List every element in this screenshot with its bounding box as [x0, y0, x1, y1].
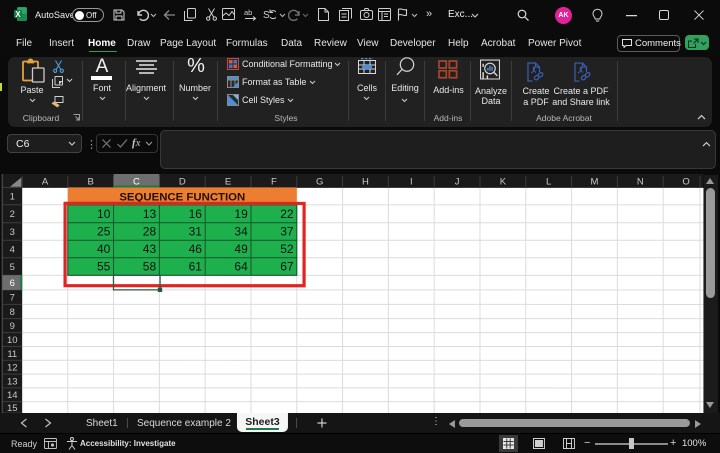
svg-text:58: 58	[143, 260, 157, 274]
svg-text:13: 13	[143, 207, 157, 221]
svg-text:J: J	[455, 176, 460, 187]
svg-text:22: 22	[280, 207, 294, 221]
svg-text:49: 49	[234, 242, 248, 256]
svg-text:40: 40	[97, 242, 111, 256]
svg-text:37: 37	[280, 225, 294, 239]
svg-text:61: 61	[189, 260, 203, 274]
svg-text:46: 46	[189, 242, 203, 256]
svg-text:2: 2	[10, 209, 15, 220]
svg-text:D: D	[179, 176, 186, 187]
svg-text:67: 67	[280, 260, 294, 274]
svg-text:31: 31	[189, 225, 203, 239]
svg-text:7: 7	[10, 293, 15, 304]
svg-text:6: 6	[10, 278, 15, 289]
svg-text:C: C	[133, 176, 140, 187]
svg-text:43: 43	[143, 242, 157, 256]
svg-text:25: 25	[97, 225, 111, 239]
svg-text:B: B	[88, 176, 94, 187]
svg-text:K: K	[500, 176, 507, 187]
svg-text:O: O	[682, 176, 689, 187]
svg-text:L: L	[546, 176, 551, 187]
svg-text:10: 10	[97, 207, 111, 221]
svg-text:55: 55	[97, 260, 111, 274]
svg-text:E: E	[225, 176, 231, 187]
svg-text:H: H	[362, 176, 369, 187]
svg-text:I: I	[410, 176, 413, 187]
svg-text:19: 19	[234, 207, 248, 221]
svg-text:64: 64	[234, 260, 248, 274]
svg-text:16: 16	[189, 207, 203, 221]
svg-text:A: A	[42, 176, 49, 187]
svg-text:14: 14	[7, 390, 18, 401]
svg-text:N: N	[637, 176, 644, 187]
svg-text:5: 5	[10, 262, 15, 273]
svg-text:G: G	[316, 176, 323, 187]
svg-text:52: 52	[280, 242, 294, 256]
svg-text:M: M	[591, 176, 599, 187]
svg-text:13: 13	[7, 377, 18, 388]
svg-text:15: 15	[7, 403, 18, 413]
svg-text:10: 10	[7, 335, 18, 346]
svg-text:4: 4	[10, 244, 15, 255]
svg-text:11: 11	[7, 349, 17, 360]
svg-text:12: 12	[7, 363, 18, 374]
svg-text:1: 1	[10, 192, 15, 203]
svg-text:3: 3	[10, 227, 15, 238]
svg-text:SEQUENCE FUNCTION: SEQUENCE FUNCTION	[119, 192, 245, 204]
svg-text:34: 34	[234, 225, 248, 239]
svg-text:9: 9	[10, 321, 15, 332]
svg-text:8: 8	[10, 307, 15, 318]
svg-text:28: 28	[143, 225, 157, 239]
svg-text:F: F	[271, 176, 277, 187]
